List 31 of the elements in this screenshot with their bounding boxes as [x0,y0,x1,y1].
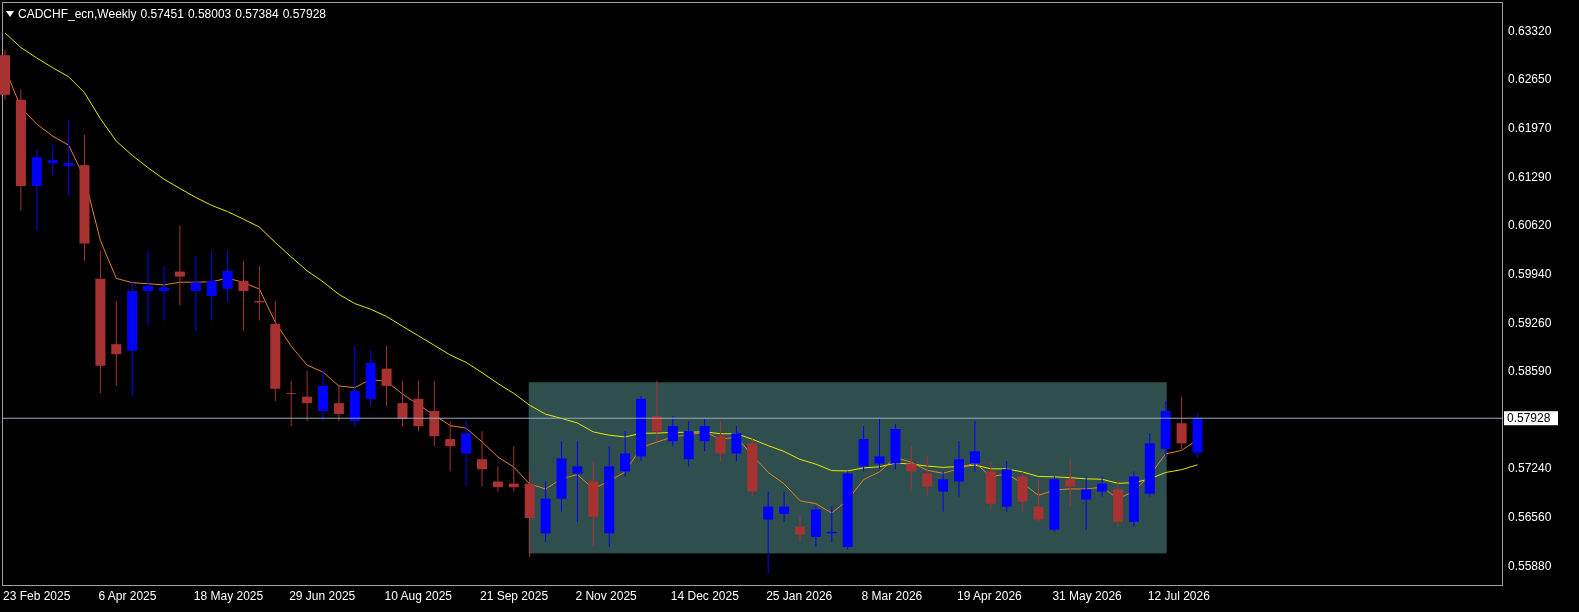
price-axis-label: 0.56560 [1508,509,1552,524]
price-axis-label: 0.59260 [1508,315,1552,330]
date-axis-label: 8 Mar 2026 [861,589,923,603]
price-axis-label: 0.60620 [1508,217,1552,232]
date-axis-label: 19 Apr 2026 [957,589,1022,603]
date-axis-label: 14 Dec 2025 [670,589,739,603]
date-axis-label: 31 May 2026 [1052,589,1122,603]
price-axis-label: 0.55880 [1508,558,1552,573]
price-axis-label: 0.62650 [1508,71,1552,86]
symbol-label: CADCHF_ecn,Weekly [18,6,137,23]
date-axis-label: 2 Nov 2025 [575,589,637,603]
date-axis-label: 29 Jun 2025 [289,589,356,603]
date-axis-label: 21 Sep 2025 [480,589,549,603]
ohlc-value: 0.57384 [235,6,279,23]
date-axis-label: 12 Jul 2026 [1147,589,1210,603]
date-axis-label: 23 Feb 2025 [3,589,71,603]
price-axis-label: 0.58590 [1508,363,1552,378]
date-axis-label: 18 May 2025 [193,589,264,603]
date-axis-label: 6 Apr 2025 [98,589,157,603]
date-axis-label: 25 Jan 2026 [766,589,833,603]
dropdown-triangle-icon[interactable] [6,11,14,17]
price-axis-label: 0.59940 [1508,266,1552,281]
ohlc-value: 0.57451 [140,6,184,23]
price-axis-label: 0.63320 [1508,23,1552,38]
price-axis-label: 0.61970 [1508,120,1552,135]
ohlc-value: 0.57928 [282,6,327,23]
date-axis-label: 10 Aug 2025 [384,589,452,603]
current-price-label: 0.57928 [1504,411,1558,426]
price-axis-label: 0.57240 [1508,460,1552,475]
price-axis-label: 0.61290 [1508,169,1552,184]
ohlc-value: 0.58003 [187,6,232,23]
